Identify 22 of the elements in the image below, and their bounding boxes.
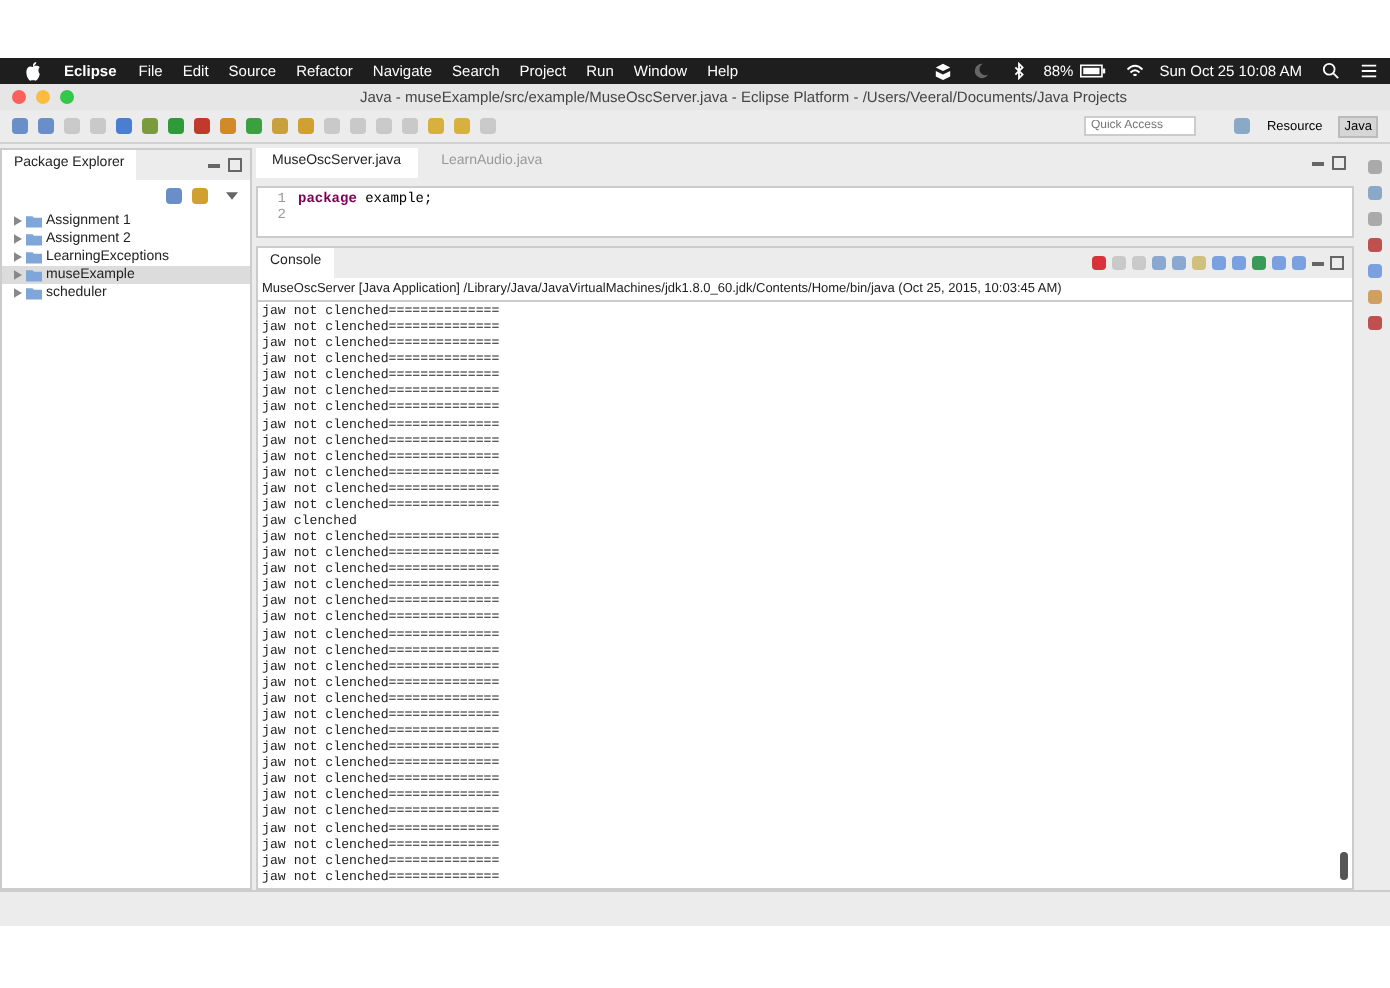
minimize-icon[interactable] [1312,161,1324,165]
open-perspective-icon[interactable] [1234,118,1251,134]
caret-icon[interactable] [226,192,238,200]
moon-icon[interactable] [971,62,990,80]
maximize-icon[interactable] [228,158,242,172]
maximize-icon[interactable] [1330,256,1344,270]
minimize-icon[interactable] [208,163,220,167]
zoom-button[interactable] [60,90,74,104]
bluetooth-icon[interactable] [1009,62,1028,80]
minimize-button[interactable] [36,90,50,104]
wifi-icon[interactable] [1125,62,1144,80]
link-icon[interactable] [192,188,208,204]
maximize-icon[interactable] [1332,156,1346,170]
battery-icon[interactable] [1079,64,1106,78]
search-icon[interactable] [1322,62,1340,80]
list-icon[interactable] [1360,62,1378,80]
box-icon[interactable] [933,62,952,80]
close-button[interactable] [12,90,26,104]
collapse-all-icon[interactable] [166,188,182,204]
scrollbar-thumb[interactable] [1340,852,1348,880]
apple-icon[interactable] [24,61,42,81]
minimize-icon[interactable] [1312,261,1324,265]
